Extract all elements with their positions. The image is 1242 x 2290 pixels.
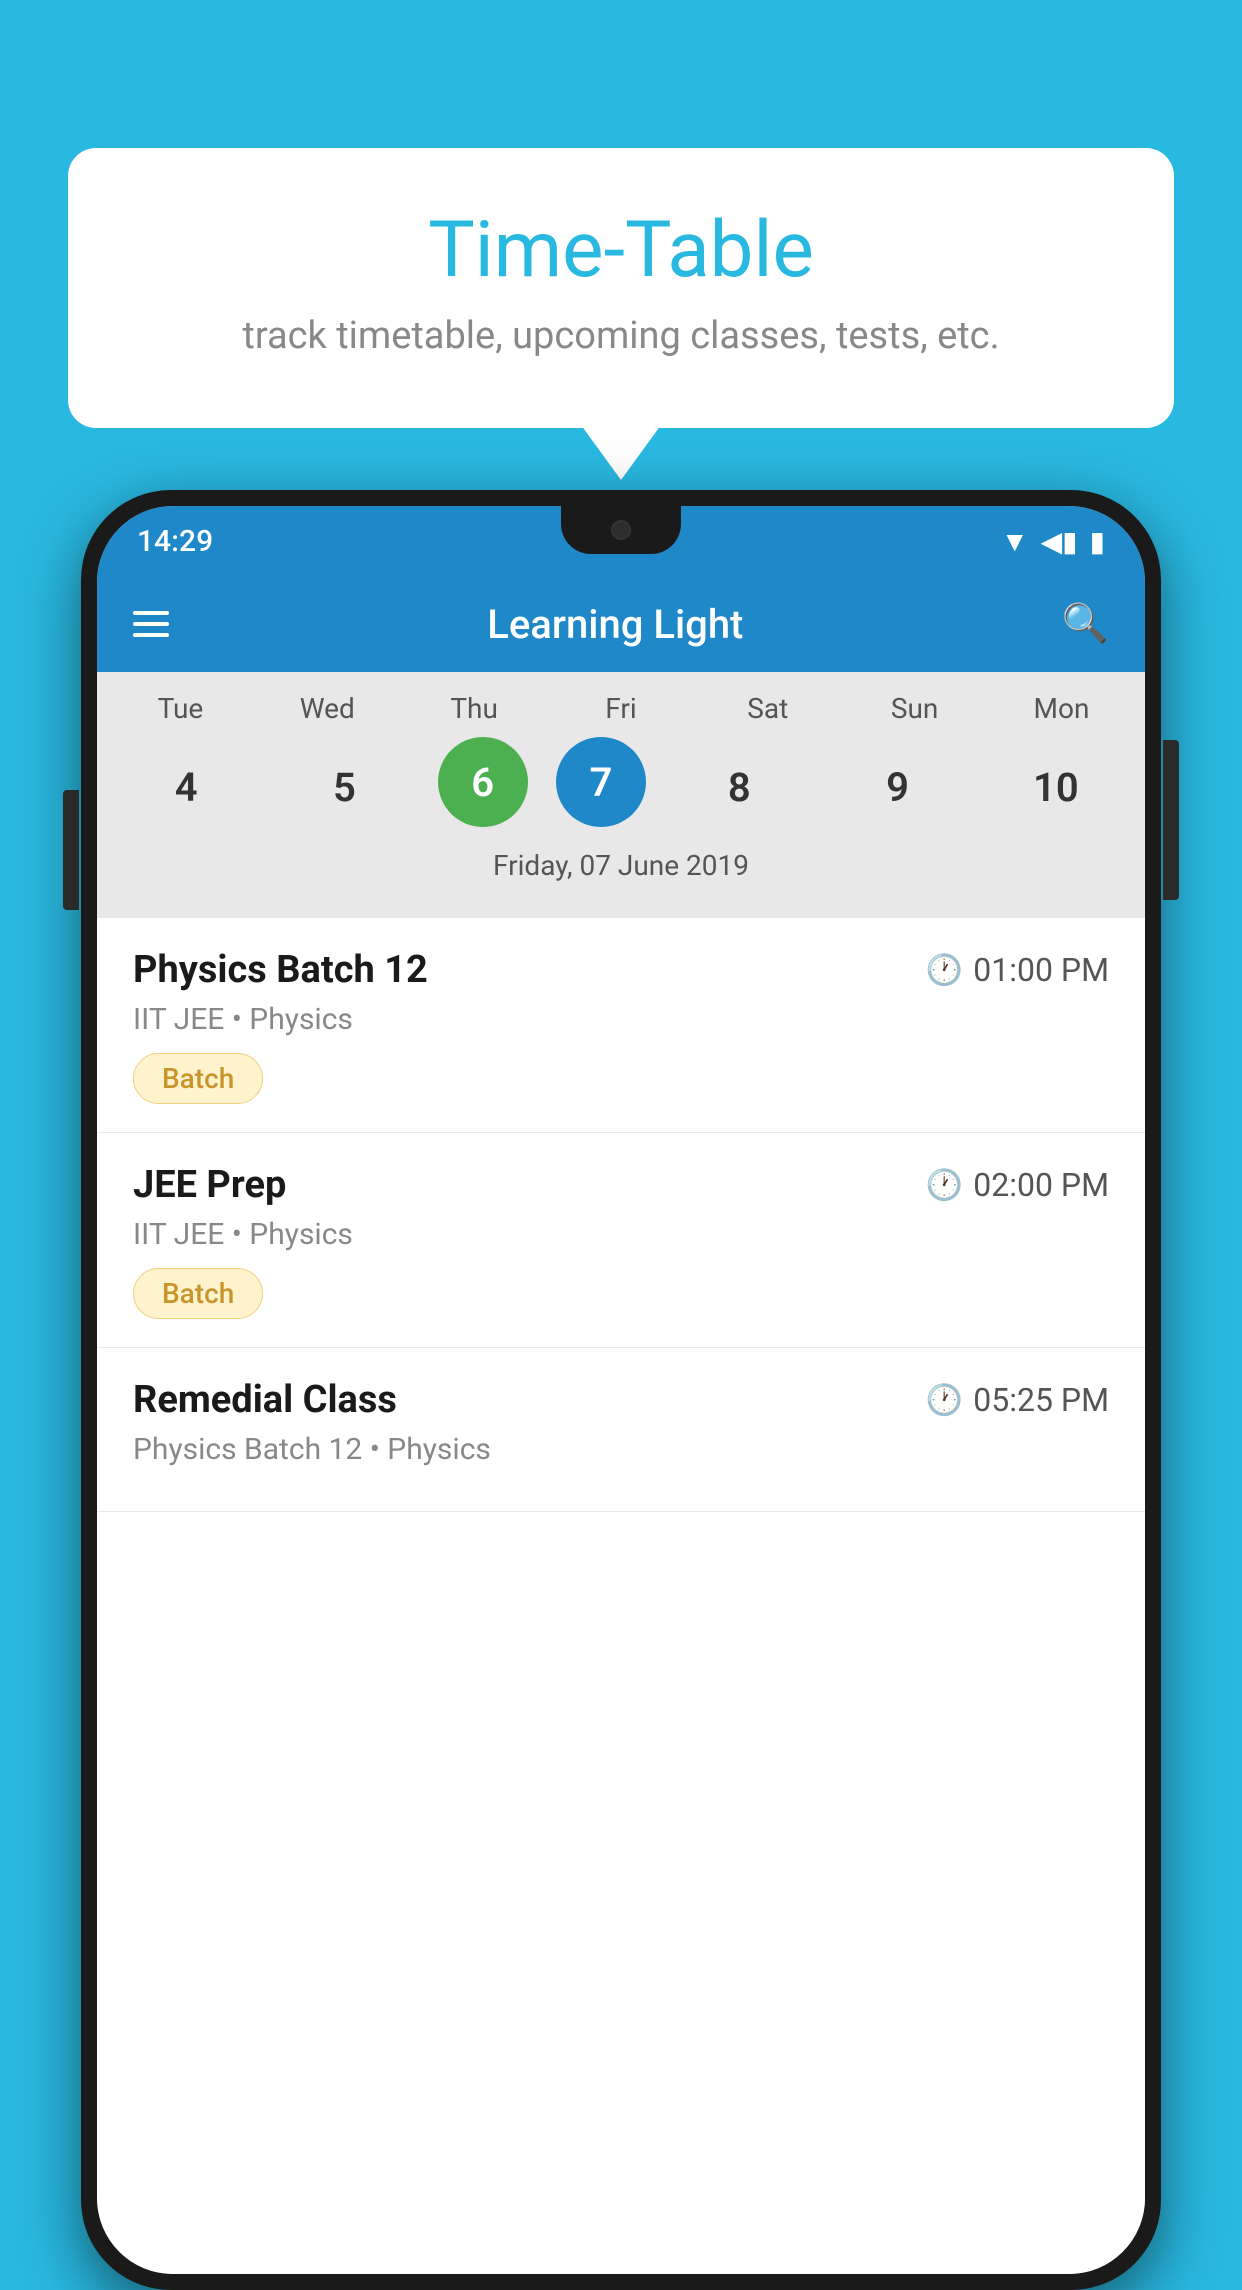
date-6-today[interactable]: 6 <box>438 737 528 827</box>
day-fri: Fri <box>556 692 686 725</box>
phone-mockup: 14:29 ▼ ◀▮ ▮ Learning Light 🔍 <box>81 490 1161 2290</box>
date-5[interactable]: 5 <box>279 737 409 837</box>
status-icons: ▼ ◀▮ ▮ <box>1001 525 1105 558</box>
clock-icon-1: 🕐 <box>926 953 963 988</box>
class-subject-3: Physics Batch 12 • Physics <box>133 1432 1109 1467</box>
signal-icon: ◀▮ <box>1041 525 1078 558</box>
days-row: Tue Wed Thu Fri Sat Sun Mon <box>97 692 1145 725</box>
class-time-value-1: 01:00 PM <box>973 951 1109 989</box>
app-title: Learning Light <box>199 601 1032 648</box>
class-name-1: Physics Batch 12 <box>133 948 428 992</box>
selected-date-label: Friday, 07 June 2019 <box>97 837 1145 898</box>
class-time-value-3: 05:25 PM <box>973 1381 1109 1419</box>
camera-dot <box>611 520 631 540</box>
day-mon: Mon <box>996 692 1126 725</box>
class-item-3[interactable]: Remedial Class 🕐 05:25 PM Physics Batch … <box>97 1348 1145 1512</box>
class-list: Physics Batch 12 🕐 01:00 PM IIT JEE • Ph… <box>97 918 1145 2274</box>
tooltip-subtitle: track timetable, upcoming classes, tests… <box>118 314 1124 358</box>
class-name-3: Remedial Class <box>133 1378 397 1422</box>
date-8[interactable]: 8 <box>674 737 804 837</box>
dates-row: 4 5 6 7 8 9 10 <box>97 737 1145 837</box>
tooltip-title: Time-Table <box>118 208 1124 294</box>
batch-badge-2: Batch <box>133 1268 263 1319</box>
day-thu: Thu <box>409 692 539 725</box>
day-wed: Wed <box>262 692 392 725</box>
date-10[interactable]: 10 <box>991 737 1121 837</box>
phone-outer: 14:29 ▼ ◀▮ ▮ Learning Light 🔍 <box>81 490 1161 2290</box>
class-time-3: 🕐 05:25 PM <box>926 1381 1109 1419</box>
batch-badge-1: Batch <box>133 1053 263 1104</box>
date-4[interactable]: 4 <box>121 737 251 837</box>
day-sun: Sun <box>850 692 980 725</box>
date-9[interactable]: 9 <box>833 737 963 837</box>
calendar-strip: Tue Wed Thu Fri Sat Sun Mon 4 5 6 7 8 <box>97 672 1145 918</box>
status-time: 14:29 <box>137 524 213 559</box>
class-time-value-2: 02:00 PM <box>973 1166 1109 1204</box>
class-header-1: Physics Batch 12 🕐 01:00 PM <box>133 948 1109 992</box>
date-7-selected[interactable]: 7 <box>556 737 646 827</box>
day-sat: Sat <box>703 692 833 725</box>
class-item-2[interactable]: JEE Prep 🕐 02:00 PM IIT JEE • Physics Ba… <box>97 1133 1145 1348</box>
class-name-2: JEE Prep <box>133 1163 286 1207</box>
class-time-2: 🕐 02:00 PM <box>926 1166 1109 1204</box>
notch <box>561 506 681 554</box>
class-subject-2: IIT JEE • Physics <box>133 1217 1109 1252</box>
screen-content: 14:29 ▼ ◀▮ ▮ Learning Light 🔍 <box>97 506 1145 2274</box>
battery-icon: ▮ <box>1090 525 1105 558</box>
tooltip-card: Time-Table track timetable, upcoming cla… <box>68 148 1174 428</box>
clock-icon-2: 🕐 <box>926 1168 963 1203</box>
class-header-3: Remedial Class 🕐 05:25 PM <box>133 1378 1109 1422</box>
class-subject-1: IIT JEE • Physics <box>133 1002 1109 1037</box>
clock-icon-3: 🕐 <box>926 1383 963 1418</box>
phone-screen: 14:29 ▼ ◀▮ ▮ Learning Light 🔍 <box>97 506 1145 2274</box>
class-header-2: JEE Prep 🕐 02:00 PM <box>133 1163 1109 1207</box>
day-tue: Tue <box>115 692 245 725</box>
class-item-1[interactable]: Physics Batch 12 🕐 01:00 PM IIT JEE • Ph… <box>97 918 1145 1133</box>
wifi-icon: ▼ <box>1001 525 1029 558</box>
class-time-1: 🕐 01:00 PM <box>926 951 1109 989</box>
hamburger-menu-icon[interactable] <box>133 611 169 637</box>
search-icon[interactable]: 🔍 <box>1062 602 1109 646</box>
app-header: Learning Light 🔍 <box>97 576 1145 672</box>
